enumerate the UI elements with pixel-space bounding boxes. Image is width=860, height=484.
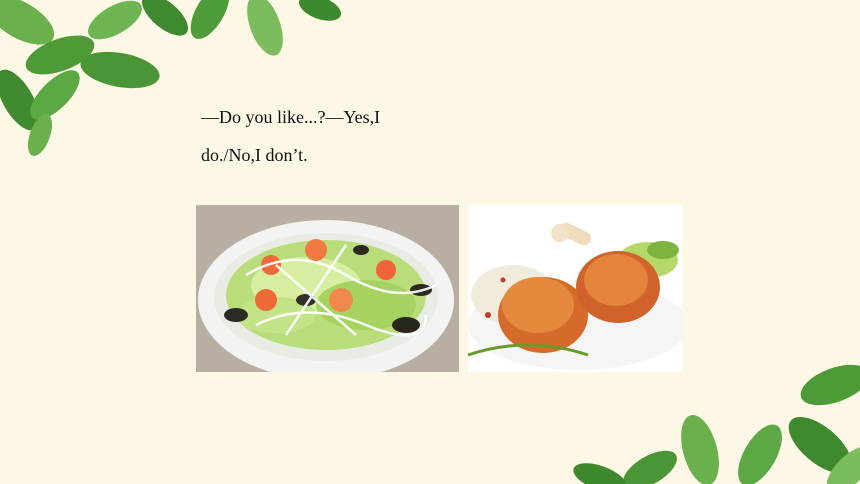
- chicken-drumsticks-photo: [468, 205, 682, 372]
- dialogue-line-1: —Do you like...?—Yes,I: [201, 107, 381, 127]
- slide: —Do you like...?—Yes,I do./No,I don’t.: [0, 0, 860, 484]
- dialogue-line-2: do./No,I don’t.: [201, 145, 308, 165]
- dialogue-text: —Do you like...?—Yes,I do./No,I don’t.: [201, 98, 451, 174]
- salad-photo: [196, 205, 459, 372]
